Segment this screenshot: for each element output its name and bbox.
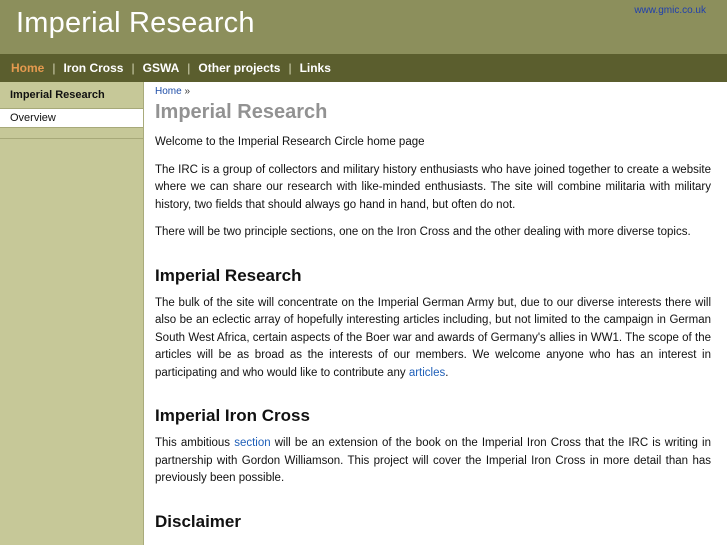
- nav-separator: |: [131, 61, 135, 75]
- sidebar-item-overview[interactable]: Overview: [0, 109, 143, 128]
- sidebar-divider: [0, 128, 143, 139]
- breadcrumb: Home »: [155, 85, 711, 99]
- nav-gswa[interactable]: GSWA: [143, 61, 180, 75]
- site-url-link[interactable]: www.gmic.co.uk: [634, 5, 706, 16]
- articles-link[interactable]: articles: [409, 367, 445, 379]
- about-paragraph: The IRC is a group of collectors and mil…: [155, 163, 711, 211]
- sidebar-heading: Imperial Research: [0, 82, 143, 109]
- imperial-research-paragraph: The bulk of the site will concentrate on…: [155, 295, 711, 383]
- iron-cross-paragraph: This ambitious section will be an extens…: [155, 435, 711, 488]
- main-navigation: Home | Iron Cross | GSWA | Other project…: [0, 54, 727, 82]
- main-content: Home » Imperial Research Welcome to the …: [144, 82, 727, 545]
- site-title: Imperial Research: [16, 7, 255, 39]
- nav-separator: |: [52, 61, 56, 75]
- section-heading-iron-cross: Imperial Iron Cross: [155, 406, 310, 425]
- site-header: Imperial Research www.gmic.co.uk: [0, 0, 727, 54]
- imperial-research-end: .: [445, 366, 449, 379]
- section-heading-imperial-research: Imperial Research: [155, 265, 302, 285]
- page-body: Imperial Research Overview Home » Imperi…: [0, 82, 727, 545]
- nav-home[interactable]: Home: [11, 61, 44, 75]
- section-link[interactable]: section: [234, 437, 270, 449]
- nav-other-projects[interactable]: Other projects: [198, 61, 280, 75]
- iron-cross-text-before: This ambitious: [155, 437, 231, 449]
- intro-paragraph: Welcome to the Imperial Research Circle …: [155, 136, 425, 148]
- sidebar: Imperial Research Overview: [0, 82, 144, 545]
- sections-paragraph: There will be two principle sections, on…: [155, 226, 691, 238]
- nav-links[interactable]: Links: [300, 61, 331, 75]
- breadcrumb-separator: »: [184, 86, 191, 97]
- nav-separator: |: [187, 61, 191, 75]
- section-heading-disclaimer: Disclaimer: [155, 511, 241, 531]
- nav-iron-cross[interactable]: Iron Cross: [63, 61, 123, 75]
- nav-separator: |: [288, 61, 292, 75]
- page-title: Imperial Research: [155, 101, 328, 123]
- breadcrumb-home-link[interactable]: Home: [155, 86, 182, 97]
